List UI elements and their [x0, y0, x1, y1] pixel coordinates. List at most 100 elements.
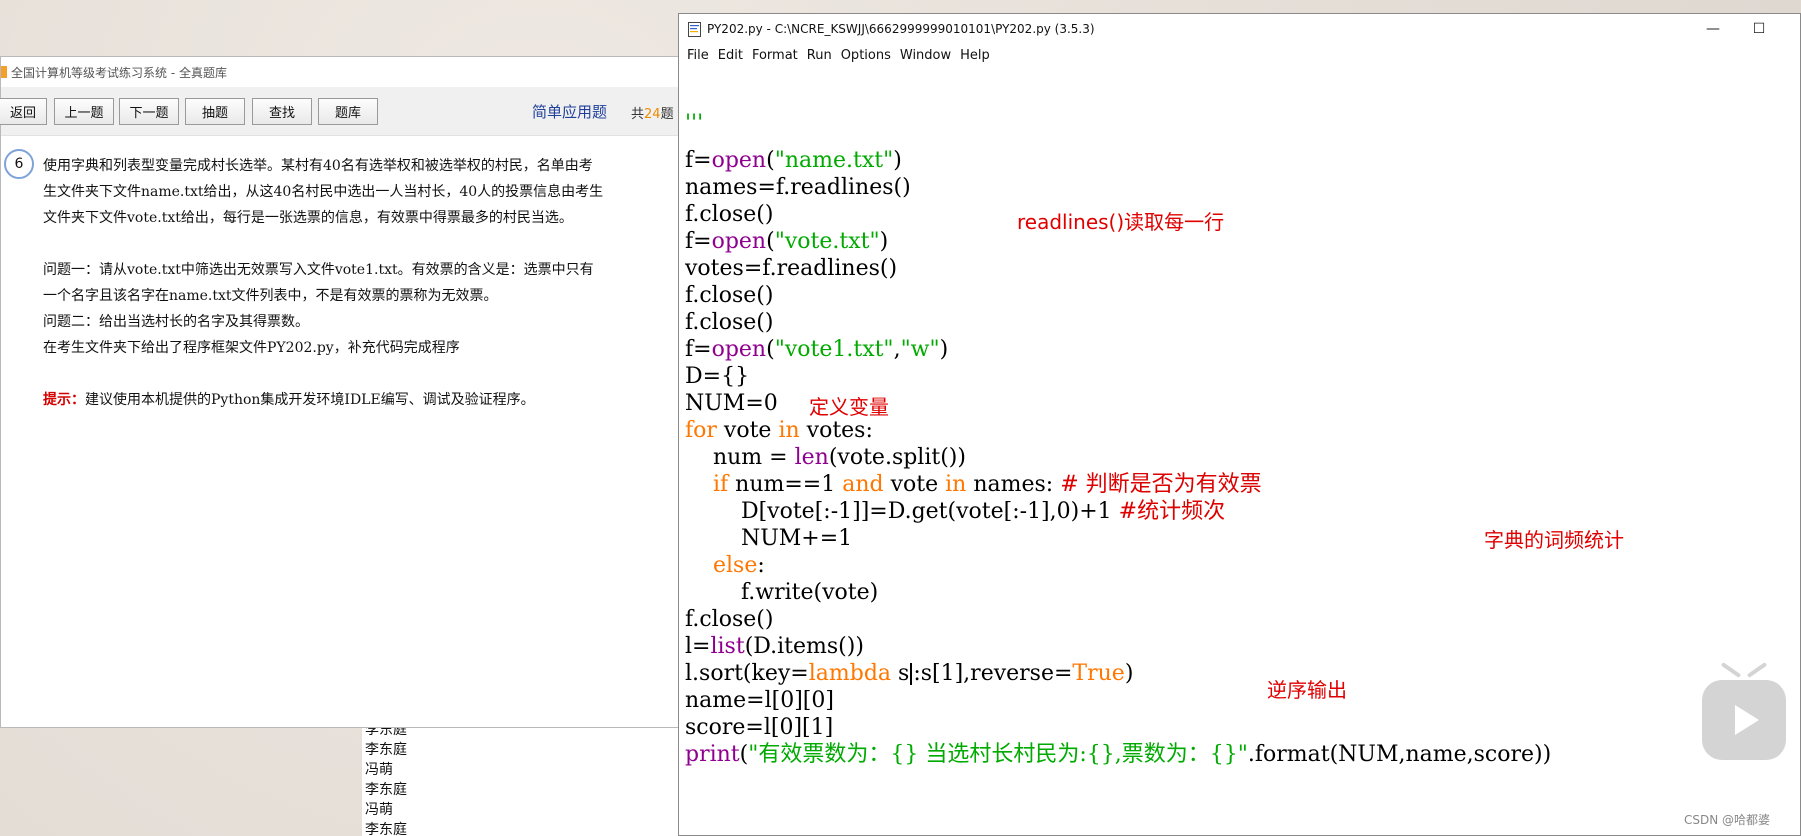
code-line: for vote in votes: [685, 417, 873, 444]
code-line: l.sort(key=lambda s:s[1],reverse=True) [685, 660, 1133, 687]
menu-edit[interactable]: Edit [718, 48, 743, 63]
code-line: ''' [685, 110, 703, 137]
code-token: "name.txt" [774, 148, 894, 173]
question-count: 共24题 [631, 103, 674, 122]
code-token: #统计频次 [1118, 499, 1226, 524]
code-line: NUM=0 [685, 391, 778, 416]
hint-label: 提示： [43, 392, 85, 408]
code-token: l= [685, 634, 711, 659]
code-line: score=l[0][1] [685, 715, 834, 740]
question-desc-line: 使用字典和列表型变量完成村长选举。某村有40名有选举权和被选举权的村民，名单由考 [43, 158, 593, 174]
code-token: "有效票数为：{} 当选村长村民为:{},票数为：{}" [748, 742, 1248, 767]
search-button[interactable]: 查找 [252, 98, 312, 125]
code-token: for [685, 418, 717, 443]
code-token: ( [766, 148, 775, 173]
code-token: ( [766, 337, 775, 362]
code-token: ( [739, 742, 749, 767]
count-prefix: 共 [631, 107, 645, 122]
list-item: 冯萌 [365, 762, 393, 778]
background-name-list: 李东庭 李东庭 冯萌 李东庭 冯萌 李东庭 [362, 720, 682, 836]
code-token: vote [883, 472, 946, 497]
code-token: ''' [685, 66, 704, 82]
code-token: num==1 [728, 472, 843, 497]
code-token: ) [879, 229, 889, 254]
code-line: l=list(D.items()) [685, 633, 864, 660]
prev-question-button[interactable]: 上一题 [54, 98, 114, 125]
menu-window[interactable]: Window [900, 48, 951, 63]
video-play-button[interactable] [1702, 662, 1786, 760]
code-token: (vote.split()) [828, 445, 966, 470]
annotation-dict-frequency: 字典的词频统计 [1484, 528, 1624, 552]
code-line: else: [685, 552, 765, 579]
file-icon [688, 21, 701, 37]
question-type-label[interactable]: 简单应用题 [532, 101, 607, 122]
exam-toolbar: 返回 上一题 下一题 抽题 查找 题库 简单应用题 共24题 [0, 87, 679, 136]
code-token: and [842, 472, 884, 497]
exam-app-icon [1, 66, 7, 78]
problem-line: 一个名字且该名字在name.txt文件列表中，不是有效票的票称为无效票。 [43, 288, 498, 304]
code-line: num = len(vote.split()) [685, 444, 966, 471]
code-token: in [945, 472, 967, 497]
code-token: print [685, 742, 740, 767]
question-problem: 问题一：请从vote.txt中筛选出无效票写入文件vote1.txt。有效票的含… [43, 257, 594, 361]
play-icon [1735, 705, 1759, 735]
code-line: f=open("name.txt") [685, 147, 902, 174]
idle-editor-window: PY202.py - C:\NCRE_KSWJJ\666299999901010… [678, 13, 1801, 836]
code-line: f.write(vote) [685, 580, 879, 605]
menu-file[interactable]: File [687, 48, 709, 63]
maximize-button[interactable]: ☐ [1736, 14, 1782, 44]
code-token: open [711, 337, 767, 362]
code-line: NUM+=1 [685, 526, 853, 551]
next-question-button[interactable]: 下一题 [119, 98, 179, 125]
minimize-button[interactable]: — [1690, 14, 1736, 44]
hint-text: 建议使用本机提供的Python集成开发环境IDLE编写、调试及验证程序。 [85, 392, 535, 408]
code-line: votes=f.readlines() [685, 256, 898, 281]
question-bank-button[interactable]: 题库 [318, 98, 378, 125]
question-hint: 提示：建议使用本机提供的Python集成开发环境IDLE编写、调试及验证程序。 [43, 387, 535, 413]
menu-help[interactable]: Help [960, 48, 990, 63]
code-token: list [710, 634, 745, 659]
code-token: s [891, 661, 910, 686]
problem-line: 问题二：给出当选村长的名字及其得票数。 [43, 314, 309, 330]
list-item: 李东庭 [365, 742, 407, 758]
code-editor[interactable]: ''' ''' f=open("name.txt") names=f.readl… [679, 66, 1800, 835]
draw-question-button[interactable]: 抽题 [185, 98, 245, 125]
code-line: ''' [685, 66, 703, 83]
code-line: f=open("vote1.txt","w") [685, 336, 948, 363]
watermark: CSDN @哈都婆 [1684, 813, 1771, 827]
menu-options[interactable]: Options [841, 48, 891, 63]
code-line: f.close() [685, 283, 774, 308]
code-token: l.sort(key= [685, 661, 809, 686]
menu-format[interactable]: Format [752, 48, 798, 63]
back-button[interactable]: 返回 [0, 98, 47, 125]
code-token: votes: [799, 418, 873, 443]
annotation-define-variable: 定义变量 [809, 395, 889, 419]
code-token: f= [685, 229, 712, 254]
annotation-readlines: readlines()读取每一行 [1017, 210, 1225, 234]
question-number-badge: 6 [4, 149, 34, 179]
count-suffix: 题 [660, 107, 674, 122]
code-line: f.close() [685, 202, 774, 227]
code-line: f.close() [685, 310, 774, 335]
code-token: if [712, 472, 729, 497]
count-number: 24 [644, 107, 661, 122]
code-token: names: [966, 472, 1061, 497]
idle-window-title: PY202.py - C:\NCRE_KSWJJ\666299999901010… [707, 22, 1095, 36]
menu-run[interactable]: Run [807, 48, 832, 63]
code-token: .format(NUM,name,score)) [1247, 742, 1552, 767]
problem-line: 在考生文件夹下给出了程序框架文件PY202.py，补充代码完成程序 [43, 340, 460, 356]
code-token: ) [893, 148, 902, 173]
list-item: 李东庭 [365, 822, 407, 836]
question-desc-line: 生文件夹下文件name.txt给出，从这40名村民中选出一人当村长，40人的投票… [43, 184, 604, 200]
idle-menubar: File Edit Format Run Options Window Help [679, 44, 1800, 66]
exam-title-bar: 全国计算机等级考试练习系统 - 全真题库 [1, 57, 679, 87]
code-token: len [794, 445, 829, 470]
code-token: :s[1],reverse= [913, 661, 1073, 686]
code-token: "w" [900, 337, 940, 362]
list-item: 冯萌 [365, 802, 393, 818]
exam-window: 全国计算机等级考试练习系统 - 全真题库 返回 上一题 下一题 抽题 查找 题库… [0, 56, 680, 728]
code-token: # 判断是否为有效票 [1060, 472, 1262, 497]
code-token: f= [685, 148, 712, 173]
code-token: f= [685, 337, 712, 362]
